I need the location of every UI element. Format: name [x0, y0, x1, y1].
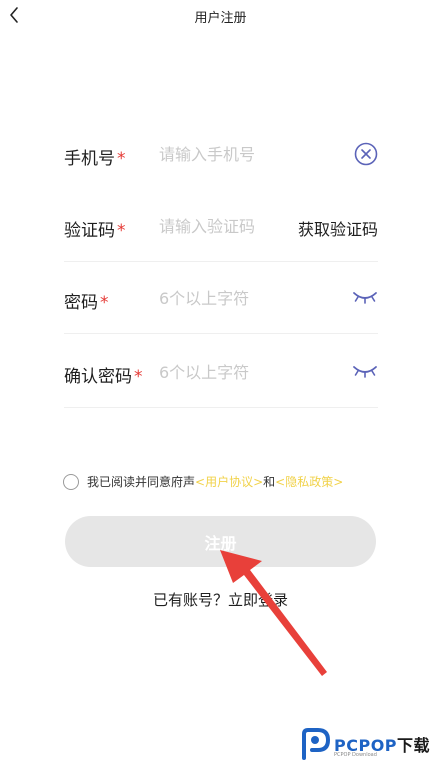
toggle-confirm-visibility[interactable] [352, 364, 378, 384]
pcpop-logo-icon [302, 728, 330, 760]
required-mark: * [117, 149, 126, 169]
confirm-label: 确认密码 * [64, 362, 143, 387]
required-mark: * [134, 367, 143, 387]
agreement-prefix: 我已阅读并同意府声 [87, 475, 196, 489]
eye-closed-icon [353, 366, 377, 378]
phone-label: 手机号 * [64, 144, 126, 169]
password-label: 密码 * [64, 288, 109, 313]
get-code-button[interactable]: 获取验证码 [298, 216, 378, 240]
phone-label-text: 手机号 [64, 149, 115, 169]
agreement-row: 我已阅读并同意府声<用户协议>和<隐私政策> [63, 472, 403, 494]
toggle-password-visibility[interactable] [352, 290, 378, 310]
password-input[interactable] [159, 284, 289, 312]
password-row: 密码 * [64, 262, 378, 334]
code-label: 验证码 * [64, 216, 126, 241]
agreement-text: 我已阅读并同意府声<用户协议>和<隐私政策> [87, 473, 343, 490]
login-prompt: 已有账号？立即登录 [0, 589, 441, 610]
clear-phone-button[interactable] [354, 142, 378, 170]
eye-closed-icon [353, 292, 377, 304]
privacy-policy-link[interactable]: <隐私政策> [275, 475, 343, 489]
code-input[interactable] [159, 212, 289, 240]
code-label-text: 验证码 [64, 221, 115, 241]
divider [64, 333, 378, 334]
pcpop-watermark: PCPOP下载 PCPOP Download [298, 726, 438, 766]
phone-row: 手机号 * [64, 118, 378, 190]
confirm-password-input[interactable] [159, 358, 289, 386]
confirm-label-text: 确认密码 [64, 367, 132, 387]
clear-icon [354, 142, 378, 166]
divider [64, 407, 378, 408]
agreement-joiner: 和 [263, 475, 276, 489]
watermark-subtitle: PCPOP Download [334, 752, 377, 758]
confirm-row: 确认密码 * [64, 336, 378, 408]
register-button[interactable]: 注册 [65, 516, 376, 567]
user-agreement-link[interactable]: <用户协议> [195, 475, 263, 489]
page-title: 用户注册 [194, 11, 247, 26]
required-mark: * [100, 293, 109, 313]
header-bar: 用户注册 [0, 0, 441, 32]
code-row: 验证码* 获取验证码 [64, 190, 378, 262]
login-question: 已有账号？ [152, 591, 228, 609]
password-label-text: 密码 [64, 293, 98, 313]
required-mark: * [117, 221, 126, 241]
agreement-radio-icon[interactable] [63, 474, 79, 490]
watermark-brand-b: 下载 [397, 736, 431, 755]
phone-input[interactable] [159, 140, 289, 168]
login-link[interactable]: 立即登录 [228, 591, 288, 609]
